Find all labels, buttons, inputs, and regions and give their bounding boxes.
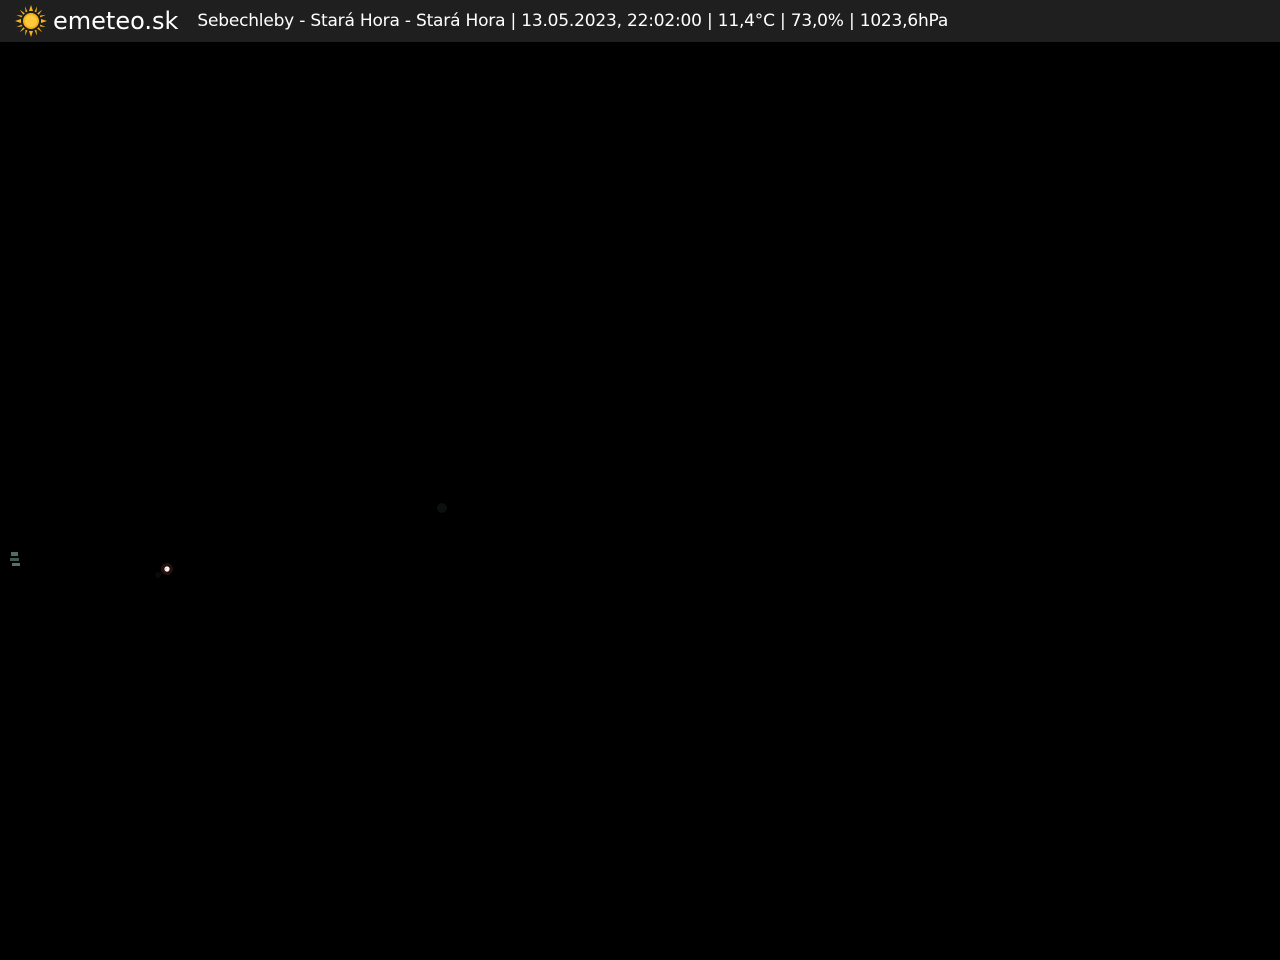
night-scene [0,42,1280,960]
webcam-frame: emeteo.sk Sebechleby - Stará Hora - Star… [0,0,1280,960]
faint-light-left [11,552,18,556]
dim-smudge [437,503,447,513]
emeteo-logo: emeteo.sk [14,0,178,42]
temperature-value: 11,4°C [717,11,775,31]
dim-smudge [155,572,161,578]
timestamp: 13.05.2023, 22:02:00 [521,11,702,31]
humidity-value: 73,0% [790,11,844,31]
faint-light-left [10,558,19,561]
caption-separator: | [848,11,855,31]
pressure-value: 1023,6hPa [859,11,949,31]
distant-light-halo [164,567,168,571]
caption-separator: | [779,11,786,31]
station-caption: Sebechleby - Stará Hora - Stará Hora | 1… [197,0,948,42]
sun-icon [15,5,47,37]
caption-separator: | [510,11,517,31]
night-webcam-image [0,42,1280,960]
location-name: Sebechleby - Stará Hora - Stará Hora [197,11,506,31]
caption-bar: emeteo.sk Sebechleby - Stará Hora - Star… [0,0,1280,42]
faint-light-left [12,563,20,566]
brand-name: emeteo.sk [53,7,179,35]
caption-separator: | [706,11,713,31]
